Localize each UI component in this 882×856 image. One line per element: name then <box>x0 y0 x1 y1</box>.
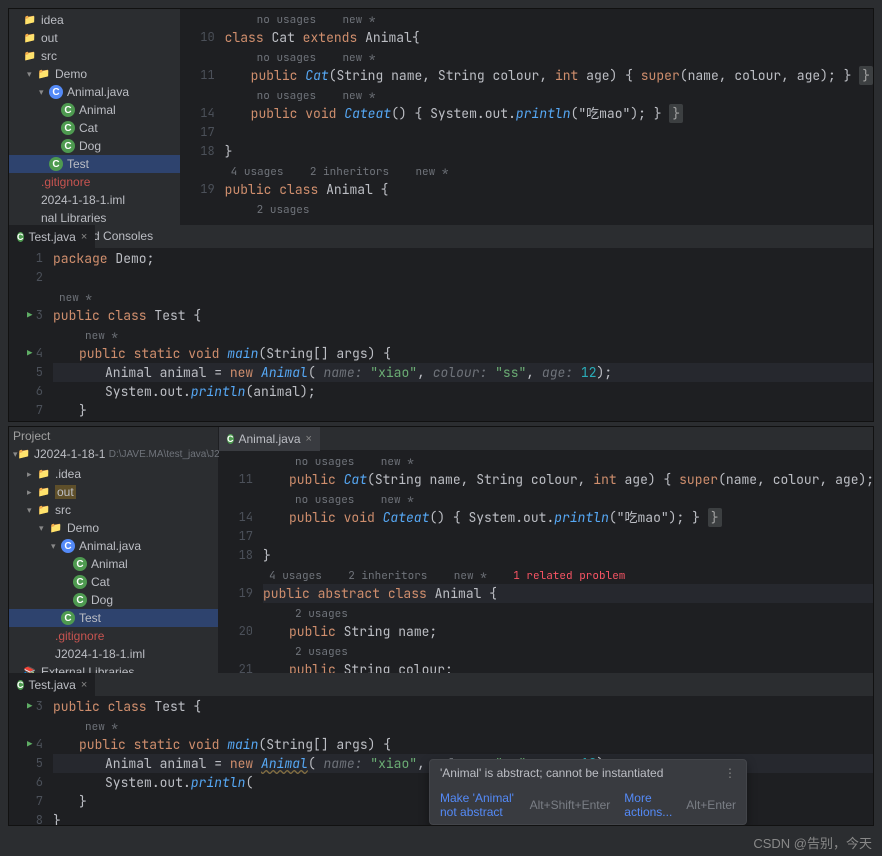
close-icon[interactable]: × <box>81 679 87 691</box>
quickfix-make-not-abstract[interactable]: Make 'Animal' not abstract <box>440 791 516 819</box>
tree-item-animal[interactable]: CAnimal <box>9 101 180 119</box>
tab-test-top[interactable]: C Test.java × <box>9 225 95 249</box>
tab-animal[interactable]: C Animal.java × <box>219 427 320 451</box>
class-icon: C <box>73 593 87 607</box>
class-icon: C <box>73 557 87 571</box>
tree-item-test[interactable]: CTest <box>9 609 218 627</box>
project-tree-bottom[interactable]: Project ▾📁 J2024-1-18-1 D:\JAVE.MA\test_… <box>9 427 219 673</box>
bottom-frame: Project ▾📁 J2024-1-18-1 D:\JAVE.MA\test_… <box>8 426 874 826</box>
class-icon: C <box>61 121 75 135</box>
close-icon[interactable]: × <box>306 433 312 445</box>
class-icon: C <box>227 434 234 444</box>
folder-icon: 📁 <box>37 485 51 499</box>
tree-item--gitignore[interactable]: .gitignore <box>9 627 218 645</box>
tab-label: Test.java <box>29 678 76 692</box>
tree-item-cat[interactable]: CCat <box>9 573 218 591</box>
editor-test-top[interactable]: 12▶3▶45678 package Demo;new *public clas… <box>9 249 873 422</box>
tree-item-j2024-1-18-1-iml[interactable]: J2024-1-18-1.iml <box>9 645 218 663</box>
tree-item-dog[interactable]: CDog <box>9 591 218 609</box>
folder-icon: 📁 <box>37 467 51 481</box>
watermark: CSDN @告别，今天 <box>753 833 872 852</box>
tree-item-2024-1-18-1-iml[interactable]: 2024-1-18-1.iml <box>9 191 180 209</box>
tree-item-animal-java[interactable]: ▾CAnimal.java <box>9 83 180 101</box>
class-icon: C <box>61 611 75 625</box>
folder-icon: 📁 <box>37 503 51 517</box>
tree-item--idea[interactable]: ▸📁.idea <box>9 465 218 483</box>
java-icon: C <box>49 85 63 99</box>
class-icon: C <box>17 232 24 242</box>
java-icon: C <box>61 539 75 553</box>
tab-label: Animal.java <box>239 432 301 446</box>
popup-title: 'Animal' is abstract; cannot be instanti… <box>440 766 663 780</box>
tree-item-dog[interactable]: CDog <box>9 137 180 155</box>
tree-item-out[interactable]: 📁out <box>9 29 180 47</box>
tree-item-idea[interactable]: 📁idea <box>9 11 180 29</box>
folder-icon: 📁 <box>49 521 63 535</box>
class-icon: C <box>61 139 75 153</box>
project-tree-top[interactable]: 📁idea📁out📁src▾📁Demo▾CAnimal.javaCAnimalC… <box>9 9 181 225</box>
tree-item-cat[interactable]: CCat <box>9 119 180 137</box>
class-icon: C <box>61 103 75 117</box>
class-icon: C <box>73 575 87 589</box>
tree-item-src[interactable]: ▾📁src <box>9 501 218 519</box>
tree-item-out[interactable]: ▸📁out <box>9 483 218 501</box>
tab-label: Test.java <box>29 230 76 244</box>
folder-icon: 📁 <box>23 31 37 45</box>
shortcut-label: Alt+Enter <box>686 798 736 812</box>
tree-item-demo[interactable]: ▾📁Demo <box>9 65 180 83</box>
close-icon[interactable]: × <box>81 231 87 243</box>
shortcut-label: Alt+Shift+Enter <box>530 798 611 812</box>
project-tool-header[interactable]: Project <box>9 427 218 445</box>
editor-animal-top[interactable]: 101114171819 no usages new *class Cat ex… <box>181 9 873 225</box>
folder-icon: 📁 <box>37 67 51 81</box>
folder-icon: 📁 <box>18 447 30 461</box>
tree-item-test[interactable]: CTest <box>9 155 180 173</box>
tree-item-demo[interactable]: ▾📁Demo <box>9 519 218 537</box>
class-icon: C <box>49 157 63 171</box>
tree-item--gitignore[interactable]: .gitignore <box>9 173 180 191</box>
top-frame: 📁idea📁out📁src▾📁Demo▾CAnimal.javaCAnimalC… <box>8 8 874 422</box>
folder-icon: 📁 <box>23 13 37 27</box>
tab-bar-animal: C Animal.java × <box>219 427 874 451</box>
tree-item-src[interactable]: 📁src <box>9 47 180 65</box>
popup-more-icon[interactable]: ⋮ <box>724 766 736 780</box>
project-root[interactable]: ▾📁 J2024-1-18-1 D:\JAVE.MA\test_java\J20… <box>9 445 218 463</box>
folder-icon: 📁 <box>23 49 37 63</box>
class-icon: C <box>17 680 24 690</box>
quick-fix-popup: 'Animal' is abstract; cannot be instanti… <box>429 759 747 825</box>
tab-test-bot[interactable]: C Test.java × <box>9 673 95 697</box>
editor-animal-bot[interactable]: 11141718192021 no usages new *public Cat… <box>219 451 874 679</box>
quickfix-more-actions[interactable]: More actions... <box>624 791 672 819</box>
tree-item-animal-java[interactable]: ▾CAnimal.java <box>9 537 218 555</box>
tree-item-animal[interactable]: CAnimal <box>9 555 218 573</box>
tab-bar-test-bot: C Test.java × <box>9 673 873 697</box>
